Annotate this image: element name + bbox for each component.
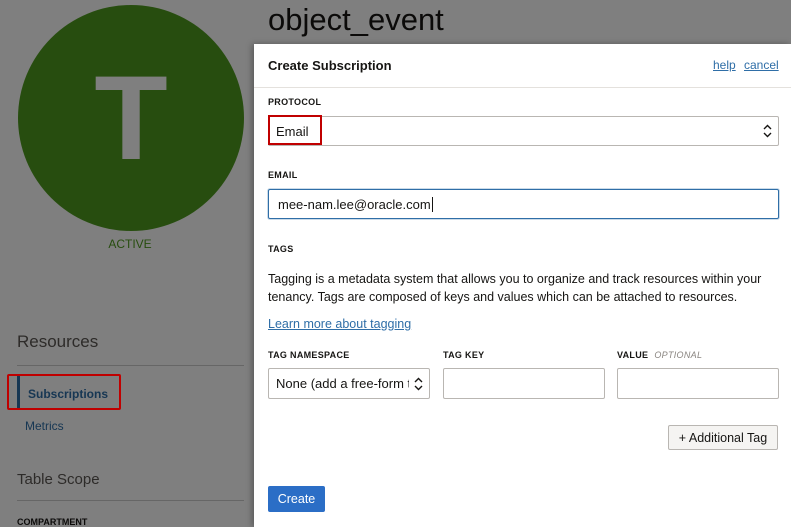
- create-subscription-dialog: Create Subscription help cancel PROTOCOL…: [254, 44, 791, 527]
- tag-key-label: TAG KEY: [443, 350, 485, 360]
- email-input-value: mee-nam.lee@oracle.com: [278, 197, 433, 212]
- tag-namespace-value: None (add a free-form tag): [276, 376, 409, 391]
- email-input[interactable]: mee-nam.lee@oracle.com: [268, 189, 779, 219]
- protocol-highlight-box: [268, 115, 322, 145]
- tag-value-input[interactable]: [617, 368, 779, 399]
- text-caret: [431, 197, 433, 212]
- tags-description: Tagging is a metadata system that allows…: [268, 272, 762, 304]
- chevron-updown-icon: [414, 377, 423, 391]
- tag-value-label: VALUE OPTIONAL: [617, 350, 703, 360]
- create-button[interactable]: Create: [268, 486, 325, 512]
- learn-more-tagging-link[interactable]: Learn more about tagging: [268, 317, 411, 331]
- tag-namespace-select[interactable]: None (add a free-form tag): [268, 368, 430, 399]
- dialog-title: Create Subscription: [268, 58, 392, 73]
- cancel-link[interactable]: cancel: [744, 58, 779, 72]
- additional-tag-button[interactable]: + Additional Tag: [668, 425, 778, 450]
- subscriptions-highlight-box: [7, 374, 121, 410]
- dialog-header: Create Subscription help cancel: [254, 44, 791, 88]
- protocol-select[interactable]: Email: [268, 116, 779, 146]
- help-link[interactable]: help: [713, 58, 736, 72]
- protocol-label: PROTOCOL: [268, 97, 322, 107]
- optional-hint: OPTIONAL: [654, 350, 703, 360]
- email-label: EMAIL: [268, 170, 298, 180]
- tag-key-input[interactable]: [443, 368, 605, 399]
- tag-namespace-label: TAG NAMESPACE: [268, 350, 350, 360]
- chevron-updown-icon: [763, 124, 772, 138]
- tags-label: TAGS: [268, 244, 294, 254]
